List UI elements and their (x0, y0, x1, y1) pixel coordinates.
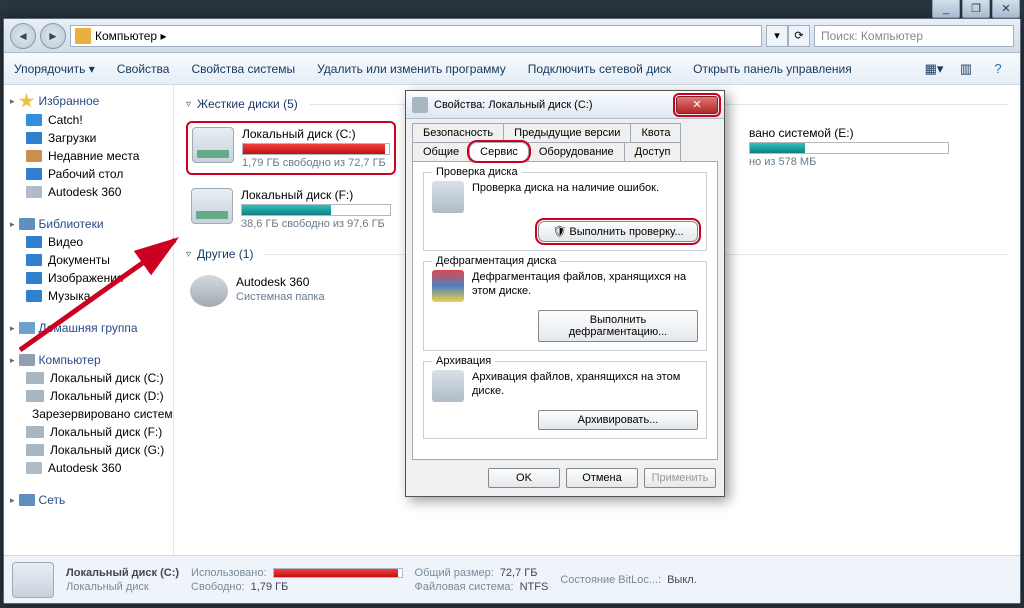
sidebar-item-disk-reserved[interactable]: Зарезервировано системой (4, 405, 173, 423)
sidebar-item-recent[interactable]: Недавние места (4, 147, 173, 165)
sidebar: ▸Избранное Catch! Загрузки Недавние мест… (4, 85, 174, 555)
disk-icon (26, 444, 44, 456)
dialog-close-button[interactable]: ✕ (676, 96, 718, 114)
check-disk-icon (432, 181, 464, 213)
window-controls: _ ❐ ✕ (930, 0, 1020, 18)
control-panel-button[interactable]: Открыть панель управления (693, 62, 852, 76)
dropdown-button[interactable]: ▾ (766, 25, 788, 47)
desktop-icon (26, 168, 42, 180)
favorites-header[interactable]: ▸Избранное (4, 91, 173, 111)
network-header[interactable]: ▸Сеть (4, 491, 173, 509)
properties-button[interactable]: Свойства (117, 62, 170, 76)
sidebar-item-video[interactable]: Видео (4, 233, 173, 251)
preview-pane-button[interactable]: ▥ (954, 58, 978, 80)
usage-bar (241, 204, 391, 216)
download-icon (26, 132, 42, 144)
images-icon (26, 272, 42, 284)
used-bar (273, 568, 403, 578)
drive-e[interactable]: вано системой (E:) но из 578 МБ (744, 121, 954, 175)
sidebar-item-documents[interactable]: Документы (4, 251, 173, 269)
usage-bar (749, 142, 949, 154)
address-bar: ◄ ► Компьютер ▸ ▾ ⟳ Поиск: Компьютер (4, 19, 1020, 53)
cancel-button[interactable]: Отмена (566, 468, 638, 488)
star-icon (19, 93, 35, 109)
system-properties-button[interactable]: Свойства системы (191, 62, 295, 76)
sidebar-item-desktop[interactable]: Рабочий стол (4, 165, 173, 183)
forward-button[interactable]: ► (40, 23, 66, 49)
folder-icon (190, 275, 228, 307)
computer-icon (75, 28, 91, 44)
video-icon (26, 236, 42, 248)
back-button[interactable]: ◄ (10, 23, 36, 49)
toolbar: Упорядочить ▾ Свойства Свойства системы … (4, 53, 1020, 85)
library-icon (19, 218, 35, 230)
computer-icon (19, 354, 35, 366)
disk-icon (26, 372, 44, 384)
autodesk-icon (26, 186, 42, 198)
dialog-titlebar[interactable]: Свойства: Локальный диск (C:) ✕ (406, 91, 724, 119)
sidebar-item-downloads[interactable]: Загрузки (4, 129, 173, 147)
check-disk-button[interactable]: 🛡 Выполнить проверку... (538, 221, 698, 242)
uninstall-button[interactable]: Удалить или изменить программу (317, 62, 506, 76)
tab-previous-versions[interactable]: Предыдущие версии (503, 123, 631, 142)
sidebar-item-disk-c[interactable]: Локальный диск (C:) (4, 369, 173, 387)
backup-button[interactable]: Архивировать... (538, 410, 698, 430)
libraries-header[interactable]: ▸Библиотеки (4, 215, 173, 233)
ok-button[interactable]: OK (488, 468, 560, 488)
view-menu[interactable]: ▦▾ (922, 58, 946, 80)
disk-large-icon (12, 562, 54, 598)
defrag-icon (432, 270, 464, 302)
status-bar: Локальный диск (C:) Локальный диск Испол… (4, 555, 1020, 603)
address-text: Компьютер ▸ (95, 29, 166, 43)
tab-general[interactable]: Общие (412, 142, 470, 161)
sidebar-item-disk-f[interactable]: Локальный диск (F:) (4, 423, 173, 441)
search-input[interactable]: Поиск: Компьютер (814, 25, 1014, 47)
homegroup-header[interactable]: ▸Домашняя группа (4, 319, 173, 337)
tab-security[interactable]: Безопасность (412, 123, 504, 142)
drive-c[interactable]: Локальный диск (C:) 1,79 ГБ свободно из … (186, 121, 396, 175)
tab-access[interactable]: Доступ (624, 142, 682, 161)
sidebar-item-catch[interactable]: Catch! (4, 111, 173, 129)
tab-quota[interactable]: Квота (630, 123, 681, 142)
backup-group: Архивация Архивация файлов, хранящихся н… (423, 361, 707, 439)
autodesk-icon (26, 462, 42, 474)
sidebar-item-autodesk[interactable]: Autodesk 360 (4, 183, 173, 201)
map-drive-button[interactable]: Подключить сетевой диск (528, 62, 671, 76)
sidebar-item-autodesk360[interactable]: Autodesk 360 (4, 459, 173, 477)
usage-bar (242, 143, 390, 155)
disk-icon (26, 426, 44, 438)
organize-menu[interactable]: Упорядочить ▾ (14, 62, 95, 76)
recent-icon (26, 150, 42, 162)
defrag-group: Дефрагментация диска Дефрагментация файл… (423, 261, 707, 351)
drive-icon (191, 188, 233, 224)
close-button[interactable]: ✕ (992, 0, 1020, 18)
defrag-button[interactable]: Выполнить дефрагментацию... (538, 310, 698, 342)
tab-service[interactable]: Сервис (469, 142, 529, 161)
sidebar-item-disk-g[interactable]: Локальный диск (G:) (4, 441, 173, 459)
check-disk-group: Проверка диска Проверка диска на наличие… (423, 172, 707, 251)
computer-header[interactable]: ▸Компьютер (4, 351, 173, 369)
tab-hardware[interactable]: Оборудование (528, 142, 625, 161)
sidebar-item-disk-d[interactable]: Локальный диск (D:) (4, 387, 173, 405)
maximize-button[interactable]: ❐ (962, 0, 990, 18)
music-icon (26, 290, 42, 302)
disk-icon (412, 97, 428, 113)
properties-dialog: Свойства: Локальный диск (C:) ✕ Безопасн… (405, 90, 725, 497)
drive-icon (192, 127, 234, 163)
minimize-button[interactable]: _ (932, 0, 960, 18)
address-field[interactable]: Компьютер ▸ (70, 25, 762, 47)
apply-button[interactable]: Применить (644, 468, 716, 488)
homegroup-icon (19, 322, 35, 334)
help-button[interactable]: ? (986, 58, 1010, 80)
documents-icon (26, 254, 42, 266)
backup-icon (432, 370, 464, 402)
network-icon (19, 494, 35, 506)
disk-icon (26, 390, 44, 402)
drive-f[interactable]: Локальный диск (F:) 38,6 ГБ свободно из … (186, 183, 396, 235)
sidebar-item-images[interactable]: Изображения (4, 269, 173, 287)
catch-icon (26, 114, 42, 126)
sidebar-item-music[interactable]: Музыка (4, 287, 173, 305)
refresh-button[interactable]: ⟳ (788, 25, 810, 47)
